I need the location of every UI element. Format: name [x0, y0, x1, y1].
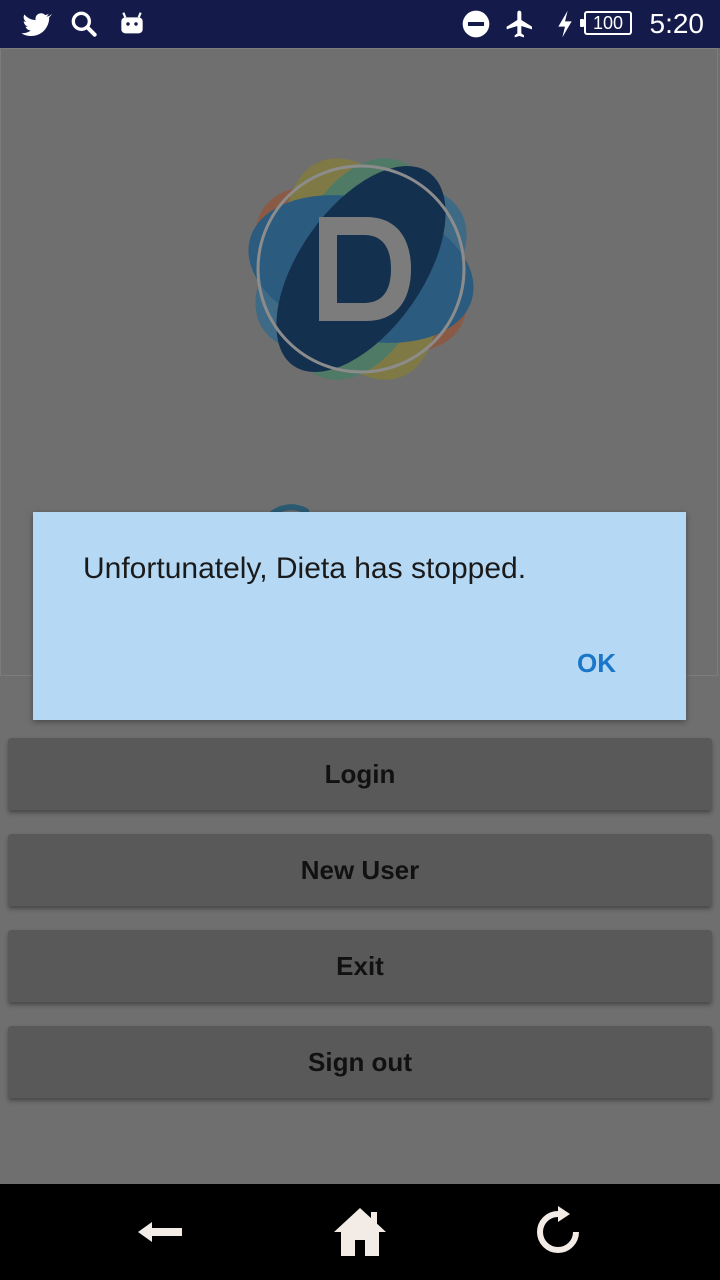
status-bar: 100 5:20 [0, 0, 720, 48]
dnd-icon [462, 10, 490, 38]
back-icon[interactable] [130, 1202, 190, 1262]
dialog-message: Unfortunately, Dieta has stopped. [83, 552, 527, 585]
search-icon [71, 11, 97, 37]
airplane-icon [506, 10, 532, 38]
ok-button[interactable]: OK [577, 648, 616, 679]
android-icon [121, 12, 143, 34]
home-icon[interactable] [330, 1202, 390, 1262]
twitter-icon [21, 13, 52, 36]
login-button[interactable]: Login [8, 738, 712, 810]
navigation-bar [0, 1184, 720, 1280]
dieta-logo [248, 158, 474, 380]
recent-icon[interactable] [528, 1202, 588, 1262]
new-user-button[interactable]: New User [8, 834, 712, 906]
charging-icon [558, 10, 572, 38]
battery-indicator: 100 [580, 11, 632, 35]
clock: 5:20 [649, 8, 705, 39]
sign-out-button[interactable]: Sign out [8, 1026, 712, 1098]
exit-button[interactable]: Exit [8, 930, 712, 1002]
crash-dialog: Unfortunately, Dieta has stopped. OK [33, 512, 686, 720]
